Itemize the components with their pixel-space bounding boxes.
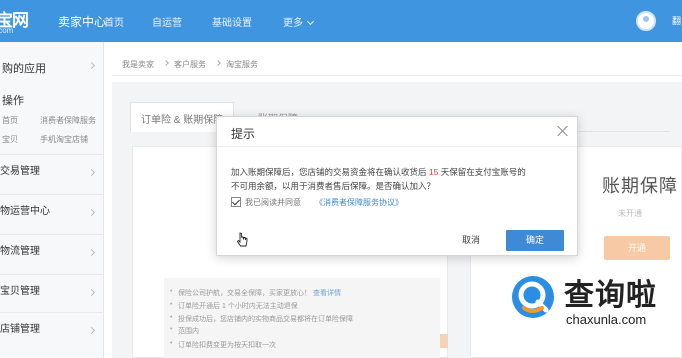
dialog-header: 提示 (217, 117, 577, 147)
sidebar-item-label: 宝贝管理 (0, 286, 40, 297)
note-item: 订单险扣费变更为按天扣取一次 (170, 340, 276, 350)
note-text: 投保成功后，您店铺内的实物商品交易都将在订单险保障 (178, 316, 353, 323)
chaxunla-logo-icon (512, 276, 554, 318)
note-text: 订单险扣费变更为按天扣取一次 (178, 342, 276, 349)
account-guarantee-status: 未开通 (618, 209, 642, 218)
agreement-checkbox[interactable] (231, 197, 241, 207)
sidebar-item-logistics-center[interactable]: 物运营中心 (0, 194, 104, 228)
nav-home[interactable]: 首页 (104, 14, 124, 29)
account-guarantee-title: 账期保障 (602, 176, 678, 196)
account-guarantee-open-button[interactable]: 开通 (604, 236, 670, 260)
chevron-right-icon (163, 60, 169, 66)
breadcrumb-taobao-service: 淘宝服务 (226, 60, 258, 69)
taobao-logo[interactable]: 宝网 .com (0, 6, 52, 36)
seller-center-title[interactable]: 卖家中心 (58, 13, 106, 30)
note-item: 保险公司护航，交易全保障，买家更放心！ 查看详情 (170, 288, 341, 298)
sidebar-my-apps-label: 购的应用 (2, 63, 46, 75)
dialog-message-part1: 加入账期保障后，您店铺的交易资金将在确认收货后 (231, 167, 427, 177)
agreement-link[interactable]: 《消费者保障服务协议》 (315, 197, 403, 208)
sidebar-item-logistics[interactable]: 物流管理 (0, 234, 104, 268)
dialog-message-line1: 加入账期保障后，您店铺的交易资金将在确认收货后 15 天保留在支付宝账号的 (231, 166, 526, 178)
notes-box: 保险公司护航，交易全保障，买家更放心！ 查看详情 订单险开通后 1 个小时内无法… (164, 278, 440, 358)
mouse-pointer-icon (236, 232, 248, 247)
chevron-right-icon (87, 288, 96, 297)
cancel-button[interactable]: 取消 (443, 230, 499, 250)
user-name[interactable]: 翻 (672, 14, 681, 27)
top-navigation-bar: 宝网 .com 卖家中心 首页 自运营 基础设置 更多 翻 (0, 0, 682, 42)
dialog-days-number: 15 (428, 167, 439, 177)
avatar[interactable] (636, 11, 656, 31)
sidebar-item-label: 店铺管理 (0, 324, 40, 335)
watermark-title: 查询啦 (564, 279, 657, 312)
sidebar-quick-link-items[interactable]: 宝贝 (2, 134, 18, 145)
note-item: 投保成功后，您店铺内的实物商品交易都将在订单险保障 (170, 314, 353, 324)
chevron-right-icon (87, 168, 96, 177)
sidebar-item-label: 交易管理 (0, 166, 40, 177)
note-link-details[interactable]: 查看详情 (313, 290, 341, 297)
note-text: 订单险开通后 1 个小时内无法主动退保 (178, 303, 298, 310)
chevron-right-icon (87, 208, 96, 217)
sidebar-item-items[interactable]: 宝贝管理 (0, 274, 104, 308)
chevron-right-icon (87, 248, 96, 257)
nav-self-operation[interactable]: 自运营 (152, 14, 182, 29)
confirm-dialog: 提示 加入账期保障后，您店铺的交易资金将在确认收货后 15 天保留在支付宝账号的… (216, 116, 578, 256)
sidebar-my-apps[interactable]: 购的应用 (0, 60, 104, 76)
note-text: 保险公司护航，交易全保障，买家更放心！ (178, 290, 311, 297)
dialog-message-line2: 不可用余额，以用于消费者售后保障。是否确认加入？ (231, 181, 436, 191)
note-item: 订单险开通后 1 个小时内无法主动退保 (170, 301, 298, 311)
nav-basic-settings[interactable]: 基础设置 (212, 14, 252, 29)
agreement-checkbox-label[interactable]: 我已阅读并同意 (245, 197, 301, 208)
chevron-right-icon (215, 60, 221, 66)
sidebar-quick-link-guarantee[interactable]: 消费者保障服务 (40, 115, 96, 126)
sidebar-quick-link-mobile-shop[interactable]: 手机淘宝店铺 (40, 134, 88, 145)
sidebar-item-trade[interactable]: 交易管理 (0, 154, 104, 188)
dialog-message-part2: 天保留在支付宝账号的 (440, 167, 526, 177)
breadcrumb: 我是卖家 客户服务 淘宝服务 (112, 52, 682, 76)
sidebar-item-shop[interactable]: 店铺管理 (0, 312, 104, 346)
breadcrumb-seller[interactable]: 我是卖家 (122, 59, 154, 70)
note-text: 范围内 (178, 328, 199, 335)
breadcrumb-customer-service[interactable]: 客户服务 (174, 59, 206, 70)
sidebar-quick-link-home[interactable]: 首页 (2, 115, 18, 126)
dialog-title: 提示 (231, 127, 256, 141)
chevron-right-icon (87, 326, 96, 335)
sidebar: 购的应用 操作 首页 消费者保障服务 宝贝 手机淘宝店铺 交易管理 物运营中心 … (0, 42, 104, 358)
chaxunla-watermark: 查询啦 chaxunla.com (508, 268, 682, 358)
watermark-domain: chaxunla.com (566, 312, 647, 327)
chevron-right-icon (87, 61, 96, 70)
sidebar-quick-actions-heading: 操作 (2, 95, 24, 107)
nav-more-dropdown[interactable]: 更多 (283, 14, 313, 29)
note-item-continued: 范围内 (170, 326, 199, 336)
close-icon[interactable] (555, 123, 571, 139)
sidebar-item-label: 物流管理 (0, 246, 40, 257)
sidebar-item-label: 物运营中心 (0, 206, 50, 217)
confirm-button[interactable]: 确定 (506, 230, 564, 251)
logo-domain: .com (0, 26, 14, 35)
